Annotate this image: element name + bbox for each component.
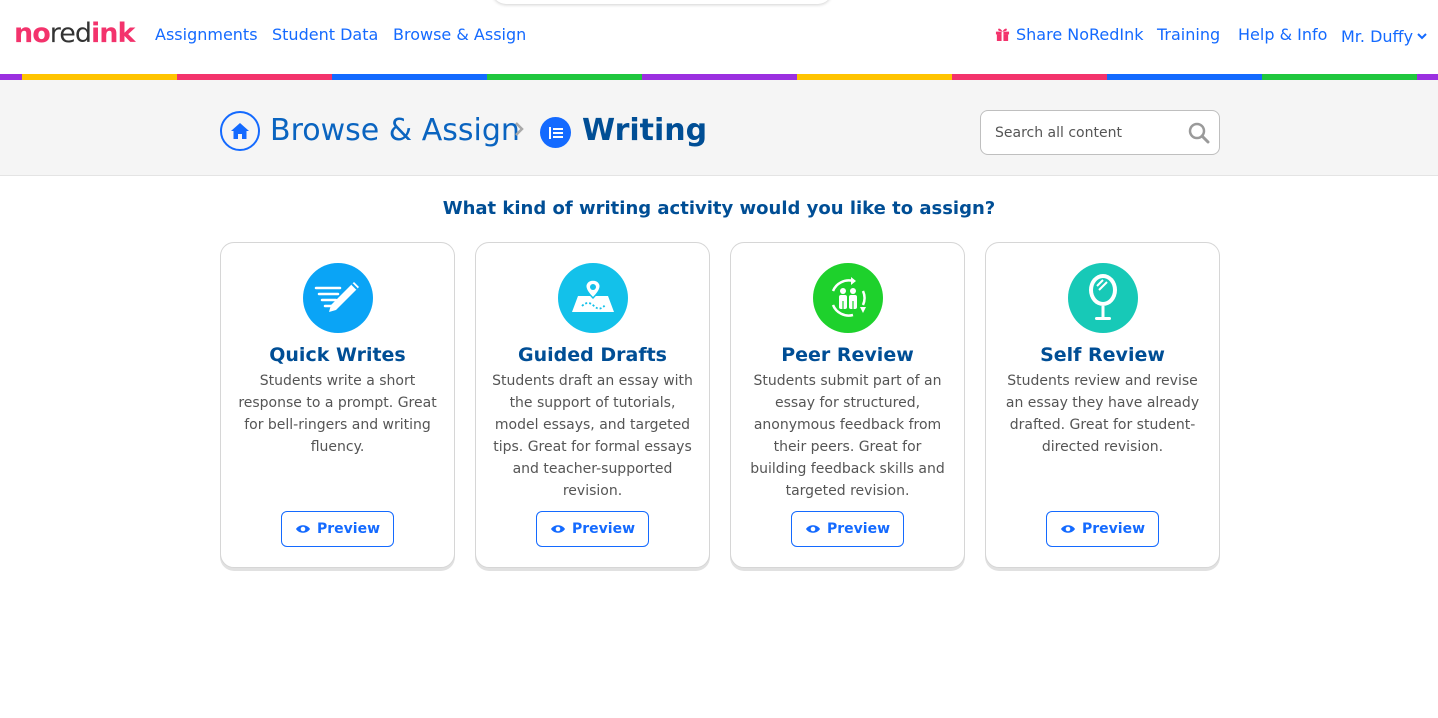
search-box: [980, 110, 1220, 155]
nav-training[interactable]: Training: [1157, 25, 1220, 44]
card-quick-writes: Quick Writes Students write a short resp…: [220, 242, 455, 568]
eye-icon: [1060, 525, 1075, 533]
card-description: Students write a short response to a pro…: [238, 373, 437, 455]
card-title: Self Review: [1040, 344, 1165, 366]
map-pin-icon: [558, 263, 628, 333]
noredink-logo[interactable]: noredink: [14, 18, 135, 49]
card-self-review: Self Review Students review and revise a…: [985, 242, 1220, 568]
preview-quick-writes-button[interactable]: Preview: [281, 511, 394, 547]
logo-part-ink: ink: [91, 18, 135, 49]
preview-label: Preview: [826, 521, 890, 537]
preview-label: Preview: [571, 521, 635, 537]
home-button[interactable]: [220, 111, 260, 151]
share-label: Share NoRedInk: [1016, 25, 1144, 44]
eye-icon: [805, 525, 820, 533]
peers-cycle-icon: [813, 263, 883, 333]
writing-icon: [540, 117, 571, 148]
card-title: Quick Writes: [269, 344, 406, 366]
breadcrumb-browse-assign[interactable]: Browse & Assign: [270, 113, 520, 148]
card-title: Guided Drafts: [518, 344, 667, 366]
card-peer-review: Peer Review Students submit part of an e…: [730, 242, 965, 568]
top-navigation: noredink Assignments Student Data Browse…: [0, 0, 1438, 74]
mirror-icon: [1068, 263, 1138, 333]
preview-label: Preview: [316, 521, 380, 537]
page-title: Writing: [582, 113, 708, 148]
preview-label: Preview: [1081, 521, 1145, 537]
eye-icon: [295, 525, 310, 533]
nav-share-noredink[interactable]: Share NoRedInk: [995, 25, 1144, 44]
chevron-down-icon: [1417, 25, 1427, 44]
nav-browse-assign[interactable]: Browse & Assign: [393, 25, 526, 44]
card-description: Students review and revise an essay they…: [1005, 373, 1200, 455]
logo-part-no: no: [14, 18, 51, 49]
home-icon: [231, 123, 249, 139]
preview-peer-review-button[interactable]: Preview: [791, 511, 904, 547]
eye-icon: [550, 525, 565, 533]
chevron-right-icon: [514, 121, 524, 141]
activity-question: What kind of writing activity would you …: [442, 198, 996, 219]
card-guided-drafts: Guided Drafts Students draft an essay wi…: [475, 242, 710, 568]
card-description: Students submit part of an essay for str…: [750, 373, 945, 499]
gift-icon: [995, 26, 1010, 41]
nav-help-info[interactable]: Help & Info: [1238, 25, 1327, 44]
top-tab-handle: [492, 0, 832, 4]
nav-assignments[interactable]: Assignments: [155, 25, 258, 44]
breadcrumb-bar: [0, 80, 1438, 176]
preview-guided-drafts-button[interactable]: Preview: [536, 511, 649, 547]
nav-student-data[interactable]: Student Data: [272, 25, 378, 44]
pencil-lines-icon: [303, 263, 373, 333]
nav-user-menu[interactable]: Mr. Duffy: [1341, 25, 1427, 46]
user-name: Mr. Duffy: [1341, 27, 1414, 46]
logo-part-red: red: [49, 18, 92, 49]
search-input[interactable]: [995, 122, 1185, 144]
card-description: Students draft an essay with the support…: [492, 373, 693, 499]
search-icon[interactable]: [1188, 122, 1210, 148]
card-title: Peer Review: [781, 344, 914, 366]
preview-self-review-button[interactable]: Preview: [1046, 511, 1159, 547]
